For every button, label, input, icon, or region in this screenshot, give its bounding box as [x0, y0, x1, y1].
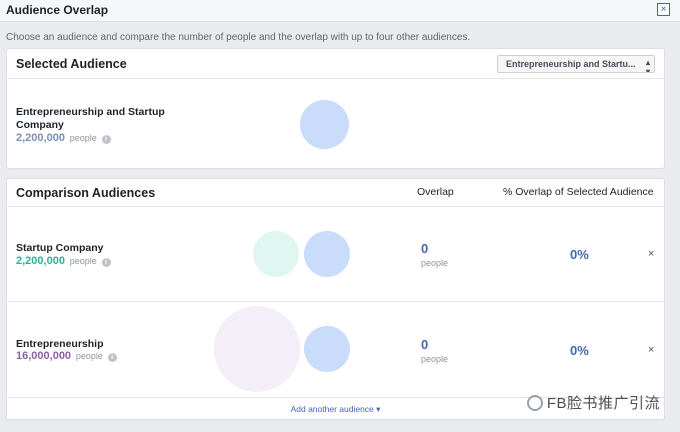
pct-overlap-value: 0% — [570, 247, 589, 262]
comparison-name: Startup Company — [16, 242, 104, 254]
selected-audience-name: Entrepreneurship and Startup Company — [16, 106, 165, 132]
selected-audience-circle — [300, 100, 349, 149]
page-subtitle: Choose an audience and compare the numbe… — [6, 32, 471, 43]
wechat-icon — [526, 395, 543, 411]
info-icon[interactable]: i — [101, 135, 111, 144]
selected-audience-panel: Selected Audience Entrepreneurship and S… — [6, 48, 665, 169]
close-icon[interactable]: × — [657, 3, 670, 16]
overlap-unit: people — [421, 258, 449, 268]
selected-audience-circle — [304, 231, 350, 277]
pct-overlap-column-header: % Overlap of Selected Audience — [503, 186, 654, 198]
caret-icon: ▴ ▾ — [645, 58, 650, 73]
info-icon[interactable]: i — [107, 353, 117, 362]
overlap-value: 0 — [421, 241, 429, 256]
pct-overlap-value: 0% — [570, 343, 589, 358]
selected-audience-count-unit: people — [69, 133, 97, 143]
overlap-value: 0 — [421, 337, 429, 352]
selected-audience-name-line2: Company — [16, 119, 64, 131]
remove-row-button[interactable]: × — [648, 344, 654, 356]
overlap-unit: people — [421, 354, 449, 364]
comparison-audiences-panel: Comparison Audiences Overlap % Overlap o… — [6, 178, 665, 420]
watermark: FB脸书推广引流 — [526, 392, 660, 413]
overlap-column-header: Overlap — [417, 186, 454, 198]
selected-audience-count-value: 2,200,000 — [16, 132, 65, 144]
comparison-count-value: 2,200,000 — [16, 255, 65, 267]
dropdown-value: Entrepreneurship and Startu... — [506, 59, 636, 69]
comparison-audience-circle — [214, 306, 300, 392]
selected-audience-title: Selected Audience — [16, 57, 127, 71]
comparison-header: Comparison Audiences Overlap % Overlap o… — [7, 179, 664, 207]
remove-row-button[interactable]: × — [648, 248, 654, 260]
comparison-count-unit: people — [69, 256, 97, 266]
watermark-text: FB脸书推广引流 — [546, 395, 660, 412]
audience-select-dropdown[interactable]: Entrepreneurship and Startu... ▴ ▾ — [497, 55, 655, 73]
selected-audience-name-line1: Entrepreneurship and Startup — [16, 106, 165, 118]
selected-audience-count: 2,200,000 people i — [16, 132, 111, 144]
info-icon[interactable]: i — [101, 258, 111, 267]
comparison-audience-circle — [253, 231, 299, 277]
comparison-count: 2,200,000 people i — [16, 255, 111, 267]
selected-audience-circle — [304, 326, 350, 372]
selected-audience-header: Selected Audience Entrepreneurship and S… — [7, 49, 664, 79]
comparison-count: 16,000,000 people i — [16, 350, 117, 362]
row-divider — [7, 301, 664, 302]
window-titlebar: Audience Overlap × — [0, 0, 680, 22]
comparison-count-value: 16,000,000 — [16, 350, 72, 362]
window-title: Audience Overlap — [6, 3, 109, 17]
comparison-count-unit: people — [75, 351, 103, 361]
comparison-title: Comparison Audiences — [16, 186, 156, 200]
